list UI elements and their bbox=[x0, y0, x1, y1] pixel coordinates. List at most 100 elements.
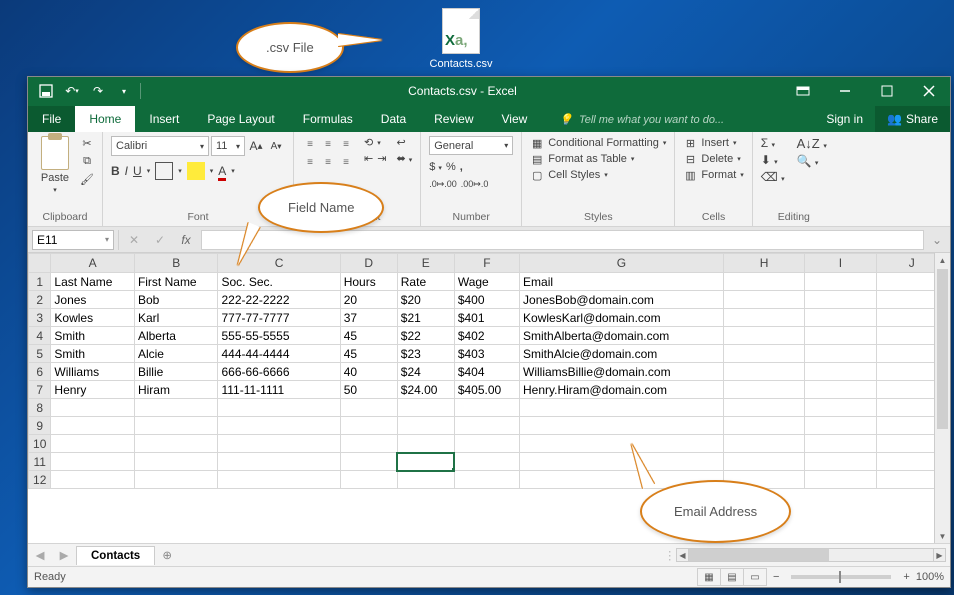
cell-G9[interactable] bbox=[520, 417, 724, 435]
cell-C4[interactable]: 555-55-5555 bbox=[218, 327, 340, 345]
format-cells-button[interactable]: ▥Format▾ bbox=[683, 168, 743, 182]
share-button[interactable]: 👥 Share bbox=[875, 106, 950, 132]
row-header-8[interactable]: 8 bbox=[29, 399, 51, 417]
chevron-down-icon[interactable]: ▾ bbox=[147, 167, 151, 175]
cell-H8[interactable] bbox=[723, 399, 805, 417]
underline-button[interactable]: U bbox=[133, 164, 142, 178]
cell-F1[interactable]: Wage bbox=[454, 273, 519, 291]
cell-G11[interactable] bbox=[520, 453, 724, 471]
column-header-B[interactable]: B bbox=[134, 254, 218, 273]
cell-C5[interactable]: 444-44-4444 bbox=[218, 345, 340, 363]
chevron-down-icon[interactable]: ▾ bbox=[231, 167, 235, 175]
cell-D5[interactable]: 45 bbox=[340, 345, 397, 363]
tell-me-search[interactable]: 💡 Tell me what you want to do... bbox=[549, 107, 734, 132]
font-color-button[interactable]: A bbox=[218, 164, 226, 178]
cell-D8[interactable] bbox=[340, 399, 397, 417]
chevron-down-icon[interactable]: ▾ bbox=[178, 167, 182, 175]
row-header-1[interactable]: 1 bbox=[29, 273, 51, 291]
row-header-9[interactable]: 9 bbox=[29, 417, 51, 435]
zoom-slider[interactable] bbox=[791, 575, 891, 579]
horizontal-scrollbar[interactable]: ◀ ▶ bbox=[676, 548, 946, 562]
decrease-decimal-icon[interactable]: .00↦.0 bbox=[461, 179, 489, 190]
sheet-nav-next-icon[interactable]: ▶ bbox=[60, 548, 69, 562]
cell-B6[interactable]: Billie bbox=[134, 363, 218, 381]
wrap-text-icon[interactable]: ↩ bbox=[396, 136, 412, 149]
row-header-3[interactable]: 3 bbox=[29, 309, 51, 327]
fill-icon[interactable]: ⬇ ▾ bbox=[761, 153, 785, 167]
cell-H7[interactable] bbox=[723, 381, 805, 399]
column-header-I[interactable]: I bbox=[805, 254, 876, 273]
tab-data[interactable]: Data bbox=[367, 106, 420, 132]
cell-E5[interactable]: $23 bbox=[397, 345, 454, 363]
scroll-thumb[interactable] bbox=[937, 269, 948, 429]
font-name-select[interactable]: Calibri▾ bbox=[111, 136, 209, 156]
cell-B9[interactable] bbox=[134, 417, 218, 435]
cell-I9[interactable] bbox=[805, 417, 876, 435]
cell-C11[interactable] bbox=[218, 453, 340, 471]
cell-E10[interactable] bbox=[397, 435, 454, 453]
cell-F10[interactable] bbox=[454, 435, 519, 453]
find-select-icon[interactable]: 🔍 ▾ bbox=[797, 154, 827, 168]
undo-icon[interactable]: ↶ ▾ bbox=[60, 79, 84, 103]
expand-formula-bar-icon[interactable]: ⌄ bbox=[928, 233, 946, 247]
cell-F2[interactable]: $400 bbox=[454, 291, 519, 309]
cell-I2[interactable] bbox=[805, 291, 876, 309]
sort-filter-icon[interactable]: A↓Z ▾ bbox=[797, 136, 827, 151]
select-all-corner[interactable] bbox=[29, 254, 51, 273]
cell-I1[interactable] bbox=[805, 273, 876, 291]
cell-F3[interactable]: $401 bbox=[454, 309, 519, 327]
sheet-tab-contacts[interactable]: Contacts bbox=[76, 546, 155, 565]
tab-file[interactable]: File bbox=[28, 106, 75, 132]
autosum-icon[interactable]: Σ ▾ bbox=[761, 136, 785, 150]
normal-view-icon[interactable]: ▦ bbox=[697, 568, 721, 586]
cell-I7[interactable] bbox=[805, 381, 876, 399]
scroll-down-icon[interactable]: ▼ bbox=[935, 529, 950, 543]
cell-H1[interactable] bbox=[723, 273, 805, 291]
cell-B7[interactable]: Hiram bbox=[134, 381, 218, 399]
cell-C1[interactable]: Soc. Sec. bbox=[218, 273, 340, 291]
fill-color-button[interactable] bbox=[187, 162, 205, 180]
redo-icon[interactable]: ↷ bbox=[86, 79, 110, 103]
scroll-right-icon[interactable]: ▶ bbox=[933, 549, 945, 561]
row-header-5[interactable]: 5 bbox=[29, 345, 51, 363]
cell-C6[interactable]: 666-66-6666 bbox=[218, 363, 340, 381]
cell-I10[interactable] bbox=[805, 435, 876, 453]
save-icon[interactable] bbox=[34, 79, 58, 103]
border-button[interactable] bbox=[155, 162, 173, 180]
cell-F11[interactable] bbox=[454, 453, 519, 471]
cell-E1[interactable]: Rate bbox=[397, 273, 454, 291]
zoom-out-icon[interactable]: − bbox=[773, 571, 779, 583]
cancel-formula-icon[interactable]: ✕ bbox=[123, 230, 145, 250]
row-header-2[interactable]: 2 bbox=[29, 291, 51, 309]
cell-D9[interactable] bbox=[340, 417, 397, 435]
cell-I12[interactable] bbox=[805, 471, 876, 489]
column-header-F[interactable]: F bbox=[454, 254, 519, 273]
column-header-A[interactable]: A bbox=[51, 254, 135, 273]
cell-D7[interactable]: 50 bbox=[340, 381, 397, 399]
cell-A7[interactable]: Henry bbox=[51, 381, 135, 399]
cell-D11[interactable] bbox=[340, 453, 397, 471]
orientation-icon[interactable]: ⟲ bbox=[364, 136, 373, 149]
column-header-G[interactable]: G bbox=[520, 254, 724, 273]
cell-G6[interactable]: WilliamsBillie@domain.com bbox=[520, 363, 724, 381]
new-sheet-button[interactable]: ⊕ bbox=[155, 547, 179, 563]
number-format-select[interactable]: General▾ bbox=[429, 136, 513, 155]
row-header-7[interactable]: 7 bbox=[29, 381, 51, 399]
desktop-file[interactable]: Xa, Contacts.csv bbox=[426, 8, 496, 70]
cell-D12[interactable] bbox=[340, 471, 397, 489]
cell-I3[interactable] bbox=[805, 309, 876, 327]
cell-F12[interactable] bbox=[454, 471, 519, 489]
align-left-icon[interactable]: ≡ bbox=[302, 154, 318, 170]
cell-A5[interactable]: Smith bbox=[51, 345, 135, 363]
cell-D4[interactable]: 45 bbox=[340, 327, 397, 345]
cell-A8[interactable] bbox=[51, 399, 135, 417]
maximize-icon[interactable] bbox=[866, 77, 908, 105]
cell-D1[interactable]: Hours bbox=[340, 273, 397, 291]
cell-G10[interactable] bbox=[520, 435, 724, 453]
conditional-formatting-button[interactable]: ▦Conditional Formatting▾ bbox=[530, 136, 666, 150]
tab-home[interactable]: Home bbox=[75, 106, 135, 132]
row-header-6[interactable]: 6 bbox=[29, 363, 51, 381]
row-header-11[interactable]: 11 bbox=[29, 453, 51, 471]
increase-font-icon[interactable]: A▴ bbox=[247, 137, 265, 155]
cut-icon[interactable]: ✂ bbox=[80, 136, 94, 150]
